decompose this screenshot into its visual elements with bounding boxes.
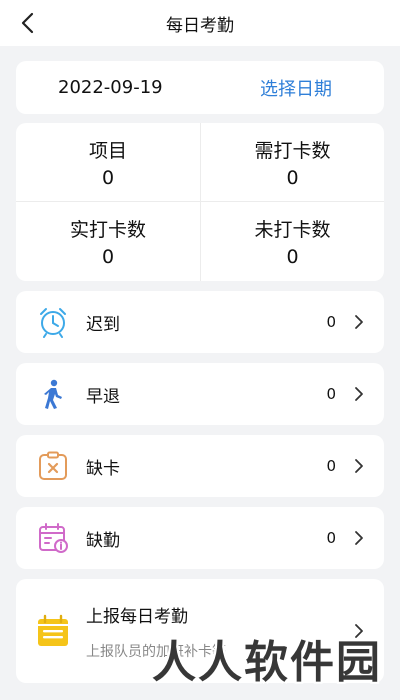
item-count: 0 <box>326 385 336 403</box>
report-title: 上报每日考勤 <box>86 606 188 627</box>
clipboard-x-icon <box>36 449 70 483</box>
item-count: 0 <box>326 529 336 547</box>
report-attendance-row[interactable]: 上报每日考勤 上报队员的加班补卡等 <box>16 579 384 683</box>
stat-value: 0 <box>286 246 299 268</box>
calendar-report-icon <box>36 614 70 648</box>
back-arrow-icon <box>21 12 34 34</box>
item-count: 0 <box>326 457 336 475</box>
chevron-right-icon <box>354 623 366 639</box>
stat-label: 实打卡数 <box>69 219 146 241</box>
walking-person-icon <box>36 377 70 411</box>
item-label: 迟到 <box>86 314 120 335</box>
stat-label: 需打卡数 <box>254 139 331 162</box>
stat-projects: 项目 0 <box>16 123 200 202</box>
selected-date: 2022-09-19 <box>58 77 163 98</box>
stat-required-punches: 需打卡数 0 <box>200 123 384 202</box>
item-label: 缺卡 <box>86 458 120 479</box>
late-row[interactable]: 迟到 0 <box>16 291 384 353</box>
chevron-right-icon <box>354 530 366 546</box>
date-bar: 2022-09-19 选择日期 <box>16 61 384 114</box>
app-header: 每日考勤 <box>0 0 400 46</box>
calendar-info-icon <box>36 521 70 555</box>
early-leave-row[interactable]: 早退 0 <box>16 363 384 425</box>
stat-label: 项目 <box>88 139 127 162</box>
stat-value: 0 <box>101 166 115 189</box>
stats-grid: 项目 0 需打卡数 0 实打卡数 0 未打卡数 0 <box>16 123 384 281</box>
chevron-right-icon <box>354 458 366 474</box>
absence-row[interactable]: 缺勤 0 <box>16 507 384 569</box>
stat-value: 0 <box>286 166 299 189</box>
chevron-right-icon <box>354 386 366 402</box>
stat-missed-punches: 未打卡数 0 <box>200 202 384 281</box>
stat-actual-punches: 实打卡数 0 <box>16 202 200 281</box>
report-subtitle: 上报队员的加班补卡等 <box>86 643 226 660</box>
back-button[interactable] <box>12 8 42 38</box>
stat-value: 0 <box>101 246 115 268</box>
report-text: 上报每日考勤 上报队员的加班补卡等 <box>86 602 354 661</box>
select-date-button[interactable]: 选择日期 <box>260 75 332 101</box>
item-label: 缺勤 <box>86 530 120 551</box>
missing-punch-row[interactable]: 缺卡 0 <box>16 435 384 497</box>
item-label: 早退 <box>86 386 120 407</box>
item-count: 0 <box>326 313 336 331</box>
page-title: 每日考勤 <box>166 15 234 36</box>
chevron-right-icon <box>354 314 366 330</box>
stat-label: 未打卡数 <box>254 219 331 241</box>
alarm-clock-icon <box>36 305 70 339</box>
